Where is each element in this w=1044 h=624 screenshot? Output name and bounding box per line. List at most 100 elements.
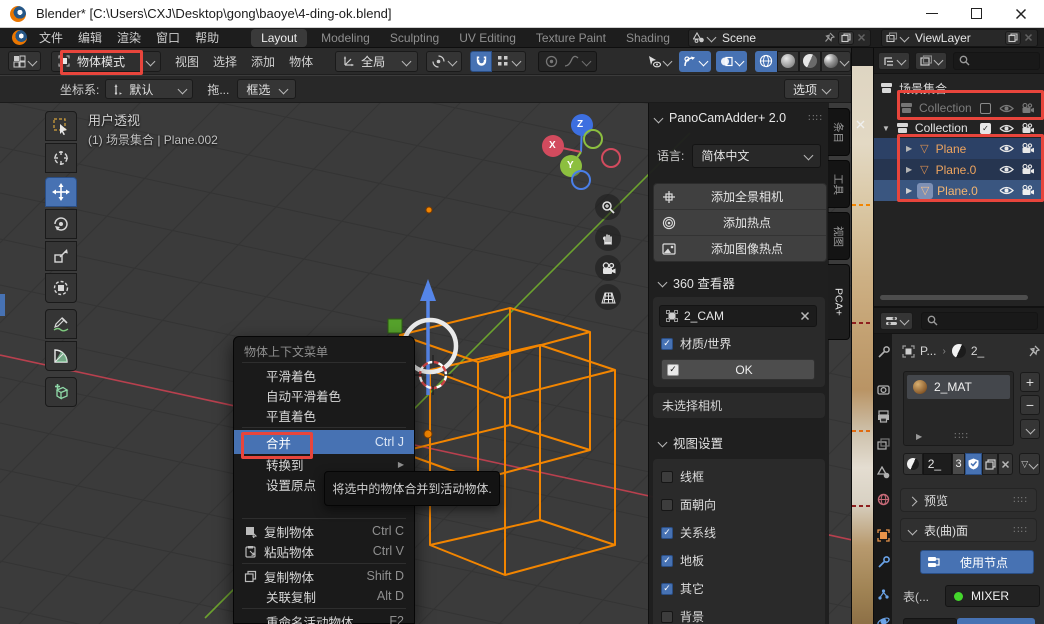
tool-transform[interactable]: [45, 273, 77, 303]
tab-world-icon[interactable]: [877, 493, 890, 506]
tool-add-cube[interactable]: [45, 377, 77, 407]
outliner-hscrollbar[interactable]: [880, 295, 1028, 300]
unlink-material-button[interactable]: [998, 453, 1012, 475]
row-collection-excluded[interactable]: Collection: [874, 98, 1044, 118]
language-dropdown[interactable]: 简体中文: [692, 144, 821, 168]
slot-specials-button[interactable]: [1020, 419, 1040, 439]
pca-panel-header[interactable]: PanoCamAdder+ 2.0 ∷∷: [655, 111, 823, 125]
tool-move[interactable]: [45, 177, 77, 207]
toggle-background[interactable]: ✓ 背景: [661, 608, 704, 624]
tab-tool-icon[interactable]: [877, 346, 890, 359]
editor-type-button[interactable]: [8, 51, 41, 71]
menu-item-duplicate-objects[interactable]: 复制物体 Shift D: [234, 566, 414, 586]
remove-slot-button[interactable]: −: [1020, 395, 1040, 415]
tool-measure[interactable]: [45, 341, 77, 371]
disable-camera-icon[interactable]: [1021, 185, 1035, 196]
wireframe-checkbox[interactable]: ✓: [661, 471, 673, 483]
ok-checkbox[interactable]: ✓: [667, 364, 679, 376]
tab-uv-editing[interactable]: UV Editing: [459, 31, 516, 45]
window-close-button[interactable]: [998, 0, 1044, 27]
select-mode-dropdown[interactable]: 框选: [237, 79, 296, 99]
tab-output-icon[interactable]: [877, 410, 890, 423]
copy-material-button[interactable]: [982, 453, 998, 475]
menu-item-shade-flat[interactable]: 平直着色: [234, 405, 414, 425]
show-overlays-toggle[interactable]: [679, 51, 711, 72]
hide-eye-icon[interactable]: [999, 103, 1014, 114]
breadcrumb-material-label[interactable]: 2_: [971, 344, 984, 358]
ok-button[interactable]: ✓ OK: [661, 359, 815, 380]
tool-annotate[interactable]: [45, 309, 77, 339]
properties-editor-type-button[interactable]: [880, 312, 913, 330]
toggle-wireframe[interactable]: ✓ 线框: [661, 468, 704, 485]
viewlayer-selector[interactable]: ViewLayer: [881, 29, 1038, 47]
window-maximize-button[interactable]: [954, 0, 998, 27]
camera-picker-field[interactable]: 2_CAM: [659, 305, 817, 327]
tab-physics-icon[interactable]: [877, 615, 890, 624]
side-tab-tool[interactable]: 工具: [828, 160, 850, 208]
gizmo-y-label[interactable]: Y: [567, 160, 574, 171]
show-gizmo-dropdown[interactable]: [644, 51, 674, 72]
menu-help[interactable]: 帮助: [195, 29, 219, 46]
tab-layout[interactable]: Layout: [251, 29, 307, 47]
tab-object-icon[interactable]: [877, 529, 890, 542]
hide-eye-icon[interactable]: [999, 143, 1014, 154]
blender-logo-icon[interactable]: [12, 30, 27, 45]
face-orientation-checkbox[interactable]: ✓: [661, 499, 673, 511]
menu-object[interactable]: 物体: [289, 53, 313, 70]
slot-expand-icon[interactable]: ▶: [916, 432, 922, 441]
tab-modeling[interactable]: Modeling: [321, 31, 370, 45]
tab-texture-paint[interactable]: Texture Paint: [536, 31, 606, 45]
preview-panel-header[interactable]: 预览 ∷∷: [900, 488, 1037, 512]
properties-search-field[interactable]: [921, 312, 1038, 330]
tool-select-box[interactable]: [45, 111, 77, 141]
breadcrumb-object-label[interactable]: P...: [920, 344, 936, 358]
viewport-pan-button[interactable]: [595, 225, 621, 251]
background-checkbox[interactable]: ✓: [661, 611, 673, 623]
hide-eye-icon[interactable]: [999, 164, 1014, 175]
strip-close-icon[interactable]: [856, 120, 865, 129]
users-count-button[interactable]: 3: [952, 453, 965, 475]
shading-material-button[interactable]: [799, 51, 821, 72]
shading-wireframe-button[interactable]: [755, 51, 777, 72]
menu-item-shade-smooth[interactable]: 平滑着色: [234, 365, 414, 385]
disable-camera-icon[interactable]: [1021, 143, 1035, 154]
menu-item-copy-objects[interactable]: 复制物体 Ctrl C: [234, 521, 414, 541]
tab-shading[interactable]: Shading: [626, 31, 670, 45]
material-slot-row[interactable]: 2_MAT: [907, 375, 1010, 399]
menu-item-join[interactable]: 合并 Ctrl J: [234, 430, 414, 454]
floor-checkbox[interactable]: ✓: [661, 555, 673, 567]
tab-render-icon[interactable]: [877, 383, 890, 396]
tool-rotate[interactable]: [45, 209, 77, 239]
toggle-floor[interactable]: ✓ 地板: [661, 552, 704, 569]
material-name-field[interactable]: 2_: [923, 453, 953, 475]
snap-settings-dropdown[interactable]: [492, 51, 526, 72]
outliner-display-mode-button[interactable]: [878, 52, 910, 70]
proportional-editing-group[interactable]: [538, 51, 597, 72]
row-plane-3-active[interactable]: ▶ ▽ Plane.0: [874, 180, 1044, 201]
row-plane-2[interactable]: ▶ ▽ Plane.0: [874, 159, 1044, 180]
slot-drag-dots-icon[interactable]: ∷∷: [954, 431, 969, 442]
gizmo-z-label[interactable]: Z: [577, 119, 583, 130]
orientation-dropdown[interactable]: 全局: [335, 51, 418, 72]
shading-solid-button[interactable]: [777, 51, 799, 72]
tab-modifiers-icon[interactable]: [877, 556, 890, 569]
expand-arrow-icon[interactable]: ▼: [882, 124, 890, 133]
expand-arrow-icon[interactable]: ▶: [906, 186, 912, 195]
collection-exclude-checkbox[interactable]: [980, 103, 991, 114]
drag-dots-icon[interactable]: ∷∷: [1013, 495, 1028, 506]
add-image-hotspot-button[interactable]: 添加图像热点: [654, 236, 826, 261]
relationship-lines-checkbox[interactable]: ✓: [661, 527, 673, 539]
side-tab-item[interactable]: 条目: [828, 108, 850, 156]
disable-camera-icon[interactable]: [1021, 164, 1035, 175]
new-viewlayer-button[interactable]: [1005, 31, 1021, 45]
scene-selector[interactable]: Scene: [688, 29, 871, 47]
xray-toggle[interactable]: [716, 51, 747, 72]
drag-dots-icon[interactable]: ∷∷: [808, 113, 823, 124]
tab-scene-icon[interactable]: [877, 466, 890, 479]
material-world-checkbox[interactable]: ✓: [661, 338, 673, 350]
pin-icon[interactable]: [824, 32, 835, 43]
row-collection[interactable]: ▼ Collection ✓: [874, 118, 1044, 138]
mode-dropdown[interactable]: 物体模式: [51, 51, 161, 72]
toggle-other[interactable]: ✓ 其它: [661, 580, 704, 597]
new-scene-button[interactable]: [838, 31, 854, 45]
